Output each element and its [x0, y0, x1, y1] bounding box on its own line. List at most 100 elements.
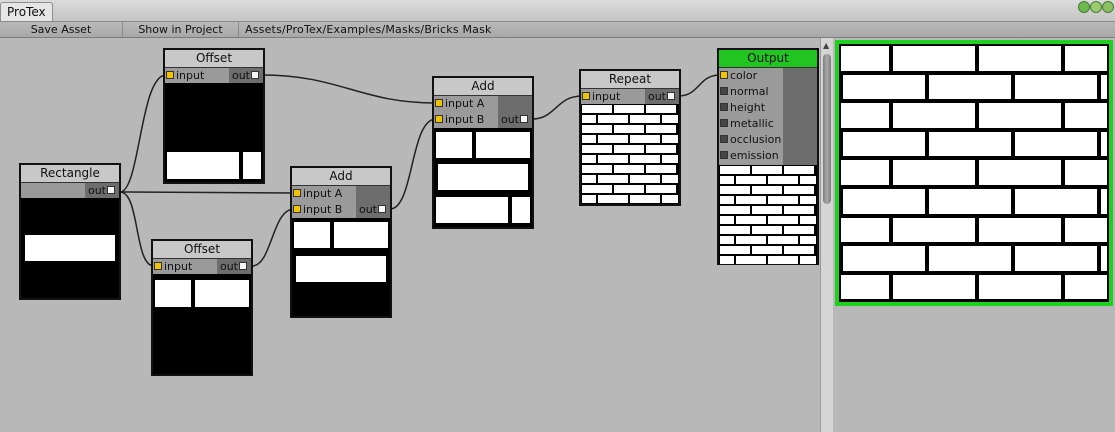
- port-pin-icon: [435, 115, 443, 123]
- wire-offset2-to-add2-b: [251, 208, 295, 267]
- input-a-port[interactable]: input A: [434, 96, 484, 111]
- add-node[interactable]: Add input A input B out: [432, 76, 534, 229]
- show-in-project-button[interactable]: Show in Project: [123, 22, 239, 37]
- brick: [1015, 189, 1097, 214]
- brick: [582, 105, 612, 113]
- port-pin-icon: [667, 92, 675, 100]
- brick: [598, 195, 628, 203]
- output-port[interactable]: out: [501, 112, 530, 127]
- port-label: input: [164, 260, 193, 273]
- brick: [800, 196, 816, 204]
- metallic-input-port[interactable]: metallic: [719, 116, 774, 131]
- input-port[interactable]: input: [165, 68, 204, 83]
- preview-shape: [296, 256, 386, 282]
- brick: [893, 217, 975, 243]
- brick: [582, 185, 612, 193]
- occlusion-input-port[interactable]: occlusion: [719, 132, 781, 147]
- port-label: out: [647, 90, 666, 103]
- input-a-port[interactable]: input A: [292, 186, 342, 201]
- brick: [1015, 131, 1097, 157]
- asset-path: Assets/ProTex/Examples/Masks/Bricks Mask: [245, 23, 492, 36]
- brick: [662, 175, 678, 183]
- input-port[interactable]: input: [581, 89, 620, 104]
- window-control-button[interactable]: [1102, 1, 1114, 13]
- node-title: Offset: [165, 50, 263, 68]
- output-port[interactable]: out: [359, 202, 388, 217]
- window-control-button[interactable]: [1078, 1, 1090, 13]
- node-preview: [292, 218, 390, 316]
- preview-shape: [436, 132, 472, 158]
- window-control-button[interactable]: [1090, 1, 1102, 13]
- wire-add1-to-repeat: [531, 95, 583, 120]
- brick: [1065, 274, 1107, 300]
- node-preview: [719, 165, 817, 264]
- node-ports: input A input B out: [434, 96, 532, 128]
- brick: [598, 135, 628, 143]
- brick: [646, 165, 676, 173]
- save-asset-label: Save Asset: [30, 23, 92, 36]
- rectangle-node[interactable]: Rectangle out: [19, 163, 121, 300]
- brick: [630, 155, 660, 163]
- port-pin-icon: [720, 103, 728, 111]
- brick: [614, 185, 644, 193]
- wire-rectangle-to-offset2: [119, 191, 155, 267]
- port-pin-icon: [582, 92, 590, 100]
- scrollbar-thumb[interactable]: [823, 54, 831, 204]
- output-node[interactable]: Output color normal height metallic occl…: [717, 48, 819, 265]
- output-port[interactable]: out: [220, 259, 249, 274]
- port-label: out: [231, 69, 250, 82]
- brick: [630, 195, 660, 203]
- output-area: out: [356, 186, 390, 218]
- port-label: out: [219, 260, 238, 273]
- brick: [582, 155, 596, 163]
- preview-shape: [512, 197, 530, 223]
- port-pin-icon: [107, 186, 115, 194]
- brick: [979, 217, 1061, 243]
- repeat-node[interactable]: Repeat input out: [579, 69, 681, 206]
- input-b-port[interactable]: input B: [292, 202, 342, 217]
- node-title: Output: [719, 50, 817, 68]
- preview-shape: [294, 222, 330, 248]
- wire-rectangle-to-add2-a: [119, 191, 295, 194]
- node-graph-canvas[interactable]: Offset input out Rectangle out Offset in…: [0, 38, 820, 432]
- port-pin-icon: [293, 189, 301, 197]
- brick: [979, 46, 1061, 71]
- normal-input-port[interactable]: normal: [719, 84, 769, 99]
- brick: [1101, 74, 1107, 100]
- brick: [752, 226, 782, 234]
- input-port[interactable]: input: [153, 259, 192, 274]
- brick: [582, 145, 612, 153]
- brick: [662, 115, 678, 123]
- preview-shape: [167, 152, 239, 179]
- brick: [843, 189, 925, 214]
- brick: [582, 125, 612, 133]
- input-b-port[interactable]: input B: [434, 112, 484, 127]
- height-input-port[interactable]: height: [719, 100, 765, 115]
- scroll-up-arrow-icon[interactable]: ▲: [823, 41, 829, 50]
- toolbar: Save Asset Show in Project Assets/ProTex…: [0, 22, 1115, 38]
- emission-input-port[interactable]: emission: [719, 148, 779, 163]
- brick: [929, 189, 1011, 214]
- save-asset-button[interactable]: Save Asset: [0, 22, 123, 37]
- port-pin-icon: [720, 71, 728, 79]
- offset-node[interactable]: Offset input out: [151, 239, 253, 376]
- window-tab[interactable]: ProTex: [0, 2, 53, 21]
- brick: [720, 246, 750, 254]
- brick: [768, 236, 798, 244]
- vertical-scrollbar[interactable]: ▲: [820, 38, 833, 432]
- output-port[interactable]: out: [232, 68, 261, 83]
- wire-repeat-to-output: [677, 74, 721, 97]
- brick: [800, 216, 816, 224]
- output-port[interactable]: out: [88, 183, 117, 198]
- port-pin-icon: [720, 135, 728, 143]
- brick: [752, 246, 782, 254]
- brick: [720, 206, 750, 214]
- add-node[interactable]: Add input A input B out: [290, 166, 392, 318]
- offset-node[interactable]: Offset input out: [163, 48, 265, 184]
- node-title: Repeat: [581, 71, 679, 89]
- brick: [979, 274, 1061, 300]
- output-port[interactable]: out: [648, 89, 677, 104]
- brick: [720, 196, 734, 204]
- node-preview: [434, 128, 532, 227]
- color-input-port[interactable]: color: [719, 68, 757, 83]
